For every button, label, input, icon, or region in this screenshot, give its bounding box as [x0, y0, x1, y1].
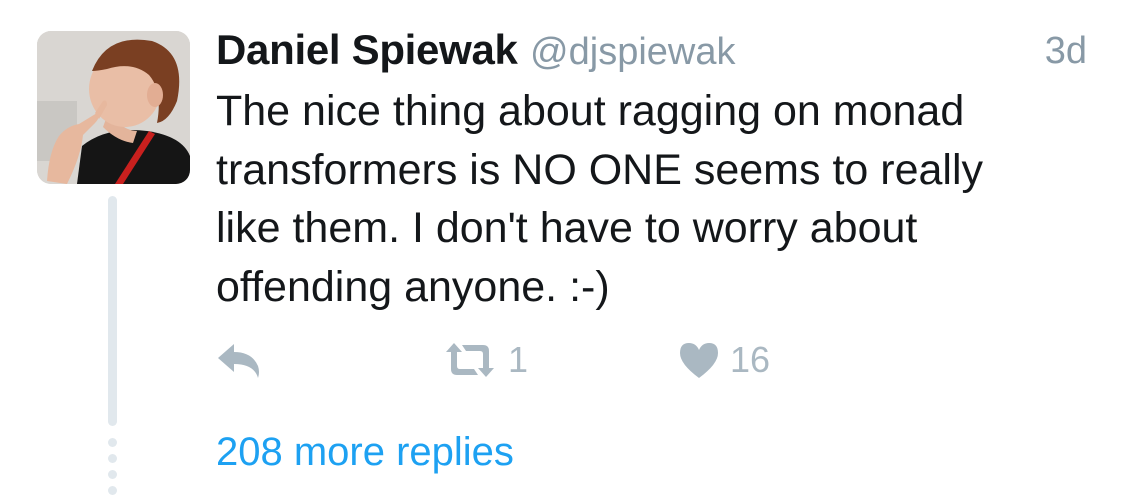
thread-dot	[108, 438, 117, 447]
author-handle[interactable]: @djspiewak	[530, 31, 735, 73]
heart-icon	[680, 343, 718, 378]
retweet-button[interactable]: 1	[442, 338, 528, 382]
tweet[interactable]: Daniel Spiewak @djspiewak 3d The nice th…	[0, 0, 1125, 497]
thread-line	[108, 196, 117, 426]
author-name[interactable]: Daniel Spiewak	[216, 26, 518, 73]
thread-dot	[108, 486, 117, 495]
retweet-icon	[446, 343, 494, 377]
tweet-text-line: offending anyone. :-)	[216, 262, 610, 311]
thread-dot	[108, 454, 117, 463]
tweet-header: Daniel Spiewak @djspiewak	[216, 26, 735, 76]
reply-button[interactable]	[216, 338, 262, 382]
tweet-text-line: The nice thing about ragging on monad	[216, 87, 965, 135]
tweet-text: The nice thing about ragging on monad tr…	[216, 82, 1096, 316]
tweet-text-line: like them. I don't have to worry about	[216, 204, 918, 252]
thread-dot	[108, 470, 117, 479]
retweet-count: 1	[508, 339, 529, 380]
avatar[interactable]	[37, 31, 190, 184]
like-button[interactable]: 16	[678, 338, 770, 382]
tweet-timestamp[interactable]: 3d	[1045, 30, 1087, 73]
more-replies-link[interactable]: 208 more replies	[216, 430, 514, 475]
reply-icon	[218, 344, 259, 378]
like-count: 16	[730, 339, 771, 380]
tweet-text-line: transformers is NO ONE seems to really	[216, 145, 984, 194]
avatar-photo	[37, 31, 190, 184]
thread-dots	[108, 438, 117, 502]
